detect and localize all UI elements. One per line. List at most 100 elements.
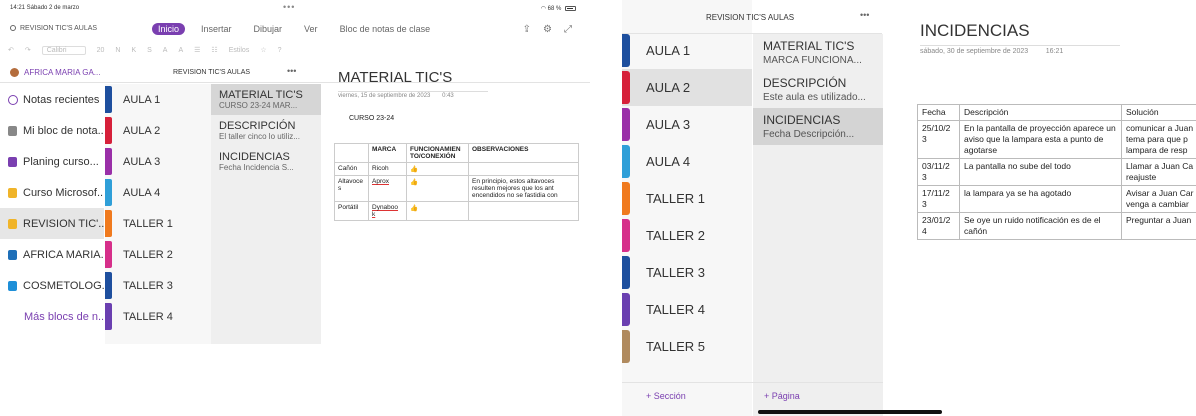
more-notebooks-link[interactable]: Más blocs de n... [0, 301, 104, 332]
page-item[interactable]: DESCRIPCIÓN Este aula es utilizado... [753, 71, 883, 108]
table-cell[interactable]: En la pantalla de proyección aparece un … [959, 120, 1122, 160]
table-cell[interactable]: la lampara ya se ha agotado [959, 185, 1122, 214]
underline-button[interactable]: S [147, 47, 152, 54]
table-cell[interactable]: Avisar a Juan Car venga a cambiar [1121, 185, 1196, 214]
tab-dibujar[interactable]: Dibujar [248, 23, 289, 35]
table-cell[interactable]: La pantalla no sube del todo [959, 158, 1122, 187]
tab-insertar[interactable]: Insertar [195, 23, 238, 35]
page-title[interactable]: MATERIAL TIC'S [338, 69, 452, 86]
redo-icon[interactable]: ↷ [25, 46, 31, 54]
page-item-title: DESCRIPCIÓN [219, 120, 296, 132]
expand-icon[interactable]: ⤢ [564, 24, 572, 35]
table-row[interactable]: Altavoce s Aprox 👍 En principio, estos a… [334, 175, 579, 202]
bold-button[interactable]: N [115, 47, 120, 54]
table-cell[interactable]: Cañón [334, 162, 369, 176]
table-cell[interactable]: comunicar a Juan tema para que p lampara… [1121, 120, 1196, 160]
table-cell[interactable]: Llamar a Juan Ca la reajuste [1121, 158, 1196, 187]
notebook-item[interactable]: AFRICA MARIA... [0, 239, 104, 270]
styles-button[interactable]: Estilos [229, 47, 250, 54]
tab-inicio[interactable]: Inicio [152, 23, 186, 35]
table-cell[interactable]: Altavoce s [334, 175, 369, 202]
table-cell[interactable]: 25/10/2 3 [917, 120, 960, 160]
undo-icon[interactable]: ↶ [8, 46, 14, 54]
star-icon[interactable]: ☆ [260, 46, 266, 54]
highlight-button[interactable]: A [163, 47, 168, 54]
help-icon[interactable]: ? [278, 47, 282, 54]
table-cell[interactable]: Aprox [368, 175, 407, 202]
settings-icon[interactable]: ⚙ [543, 24, 552, 35]
table-row[interactable]: Portátil Dynaboo k 👍 [334, 201, 579, 221]
more-options-icon[interactable]: ••• [860, 10, 869, 20]
section-tab[interactable]: AULA 4 [105, 177, 211, 208]
notebook-item[interactable]: Mi bloc de nota... [0, 115, 104, 146]
notebook-item[interactable]: Curso Microsof... [0, 177, 104, 208]
section-tab[interactable]: AULA 3 [105, 146, 211, 177]
incidents-table[interactable]: Fecha Descripción Solución 25/10/2 3 En la p… [917, 103, 1196, 241]
add-page-button[interactable]: + Página [764, 391, 800, 401]
page-item[interactable]: DESCRIPCIÓN El taller cinco lo utiliz... [211, 115, 321, 146]
table-header-row: MARCA FUNCIONAMIEN TO/CONEXIÓN OBSERVACI… [334, 143, 579, 163]
table-row[interactable]: 03/11/2 3 La pantalla no sube del todo Lla… [917, 158, 1196, 187]
page-item[interactable]: INCIDENCIAS Fecha Incidencia S... [211, 146, 321, 177]
more-options-icon[interactable]: ••• [287, 66, 296, 76]
font-size-select[interactable]: 20 [97, 47, 105, 54]
page-item[interactable]: INCIDENCIAS Fecha Descripción... [753, 108, 883, 145]
section-tab[interactable]: TALLER 4 [105, 301, 211, 332]
page-canvas[interactable]: INCIDENCIAS sábado, 30 de septiembre de … [884, 0, 1196, 416]
page-canvas[interactable]: MATERIAL TIC'S viernes, 15 de septiembre… [322, 64, 590, 344]
bullets-icon[interactable]: ☰ [194, 46, 200, 54]
notebook-item[interactable]: REVISION TIC'... [0, 208, 104, 239]
search-box[interactable]: REVISION TIC'S AULAS [10, 25, 97, 32]
page-title[interactable]: INCIDENCIAS [920, 21, 1030, 41]
multitask-dots[interactable]: ••• [283, 2, 295, 12]
table-cell[interactable]: En principio, estos altavoces resulten m… [468, 175, 579, 202]
share-icon[interactable]: ⇪ [523, 24, 531, 35]
page-date-text: viernes, 15 de septiembre de 2023 [338, 93, 431, 99]
table-cell[interactable]: 17/11/2 3 [917, 185, 960, 214]
section-tab[interactable]: AULA 1 [622, 32, 752, 69]
page-item[interactable]: MATERIAL TIC'S MARCA FUNCIONA... [753, 34, 883, 71]
italic-button[interactable]: K [131, 47, 136, 54]
course-label[interactable]: CURSO 23-24 [349, 115, 394, 122]
table-cell[interactable]: 23/01/2 4 [917, 212, 960, 241]
user-account[interactable]: AFRICA MARIA GA... [10, 68, 100, 78]
add-section-button[interactable]: + Sección [646, 391, 686, 401]
table-cell[interactable] [468, 162, 579, 176]
table-cell[interactable]: Dynaboo k [368, 201, 407, 221]
table-cell[interactable]: 03/11/2 3 [917, 158, 960, 187]
tab-bloc-de-notas-de-clase[interactable]: Bloc de notas de clase [334, 23, 437, 35]
section-tab[interactable]: TALLER 1 [105, 208, 211, 239]
table-row[interactable]: 17/11/2 3 la lampara ya se ha agotado Avis… [917, 185, 1196, 214]
numbering-icon[interactable]: ☷ [211, 46, 217, 54]
table-row[interactable]: Cañón Ricoh 👍 [334, 162, 579, 176]
notebook-item[interactable]: Notas recientes [0, 84, 104, 115]
font-color-button[interactable]: A [178, 47, 183, 54]
section-tab[interactable]: TALLER 1 [622, 180, 752, 217]
tab-ver[interactable]: Ver [298, 23, 324, 35]
section-tab[interactable]: TALLER 3 [105, 270, 211, 301]
table-cell[interactable] [468, 201, 579, 221]
equipment-table[interactable]: MARCA FUNCIONAMIEN TO/CONEXIÓN OBSERVACI… [334, 143, 579, 221]
section-tab[interactable]: TALLER 2 [622, 217, 752, 254]
notebook-item[interactable]: Planing curso... [0, 146, 104, 177]
section-tab[interactable]: AULA 2 [622, 69, 752, 106]
table-cell[interactable]: Portátil [334, 201, 369, 221]
section-tab[interactable]: TALLER 2 [105, 239, 211, 270]
section-tab[interactable]: TALLER 5 [622, 328, 752, 365]
table-cell[interactable]: Ricoh [368, 162, 407, 176]
section-tab[interactable]: AULA 2 [105, 115, 211, 146]
section-tab[interactable]: TALLER 4 [622, 291, 752, 328]
table-row[interactable]: 25/10/2 3 En la pantalla de proyección ap… [917, 120, 1196, 160]
table-header: Solución [1121, 103, 1196, 122]
section-tab[interactable]: AULA 1 [105, 84, 211, 115]
table-row[interactable]: 23/01/2 4 Se oye un ruido notificación es… [917, 212, 1196, 241]
notebook-item[interactable]: COSMETOLOG... [0, 270, 104, 301]
font-select[interactable]: Calibri [41, 45, 86, 55]
table-cell[interactable]: Se oye un ruido notificación es de el ca… [959, 212, 1122, 241]
table-cell[interactable]: Preguntar a Juan [1121, 212, 1196, 241]
section-tab[interactable]: AULA 4 [622, 143, 752, 180]
section-tab[interactable]: TALLER 3 [622, 254, 752, 291]
section-label: TALLER 2 [646, 228, 706, 243]
page-item[interactable]: MATERIAL TIC'S CURSO 23-24 MAR... [211, 84, 321, 115]
section-tab[interactable]: AULA 3 [622, 106, 752, 143]
